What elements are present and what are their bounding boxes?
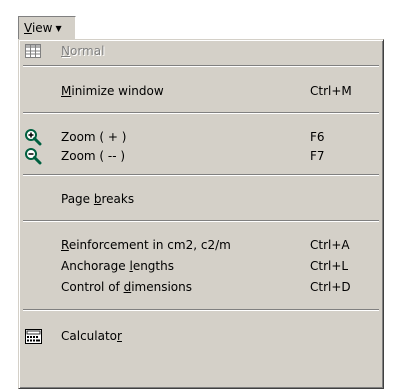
menu-item-label: Minimize window: [61, 84, 164, 98]
menu-item-label: Control of dimensions: [61, 280, 192, 294]
calculator-icon: [24, 327, 42, 345]
shortcut-label: Ctrl+A: [310, 238, 350, 252]
view-dropdown-menu: Normal Minimize window Ctrl+M Zoom ( + )…: [18, 39, 384, 389]
menu-item-label: Zoom ( + ): [61, 130, 127, 144]
menu-item-label: Reinforcement in cm2, c2/m: [61, 238, 231, 252]
view-menu-label: View: [24, 21, 53, 35]
menu-item-normal: Normal: [21, 41, 381, 61]
menu-separator: [23, 220, 379, 222]
chevron-down-icon: ▼: [55, 24, 62, 33]
zoom-in-magnifier-icon: [24, 128, 42, 146]
zoom-out-magnifier-icon: [24, 147, 42, 165]
shortcut-label: Ctrl+D: [310, 280, 351, 294]
menu-item-label: Calculator: [61, 329, 122, 343]
menu-separator: [23, 174, 379, 176]
menu-separator: [23, 65, 379, 67]
menu-item-minimize-window[interactable]: Minimize window Ctrl+M: [21, 81, 381, 101]
menu-item-label: Page breaks: [61, 192, 135, 206]
view-menu-button[interactable]: View ▼: [18, 16, 76, 40]
menu-item-label: Normal: [61, 44, 105, 58]
shortcut-label: Ctrl+M: [310, 84, 352, 98]
menu-item-calculator[interactable]: Calculator: [21, 326, 381, 346]
grid-table-icon: [24, 42, 42, 60]
menu-item-control-of-dimensions[interactable]: Control of dimensions Ctrl+D: [21, 277, 381, 297]
menu-item-label: Anchorage lengths: [61, 259, 174, 273]
menu-separator: [23, 309, 379, 311]
menu-item-label: Zoom ( -- ): [61, 149, 126, 163]
menu-item-zoom-in[interactable]: Zoom ( + ) F6: [21, 127, 381, 147]
menu-separator: [23, 112, 379, 114]
menu-item-zoom-out[interactable]: Zoom ( -- ) F7: [21, 146, 381, 166]
menu-item-anchorage-lengths[interactable]: Anchorage lengths Ctrl+L: [21, 256, 381, 276]
menu-item-reinforcement[interactable]: Reinforcement in cm2, c2/m Ctrl+A: [21, 235, 381, 255]
menu-item-page-breaks[interactable]: Page breaks: [21, 189, 381, 209]
shortcut-label: F6: [310, 130, 325, 144]
shortcut-label: F7: [310, 149, 325, 163]
shortcut-label: Ctrl+L: [310, 259, 349, 273]
